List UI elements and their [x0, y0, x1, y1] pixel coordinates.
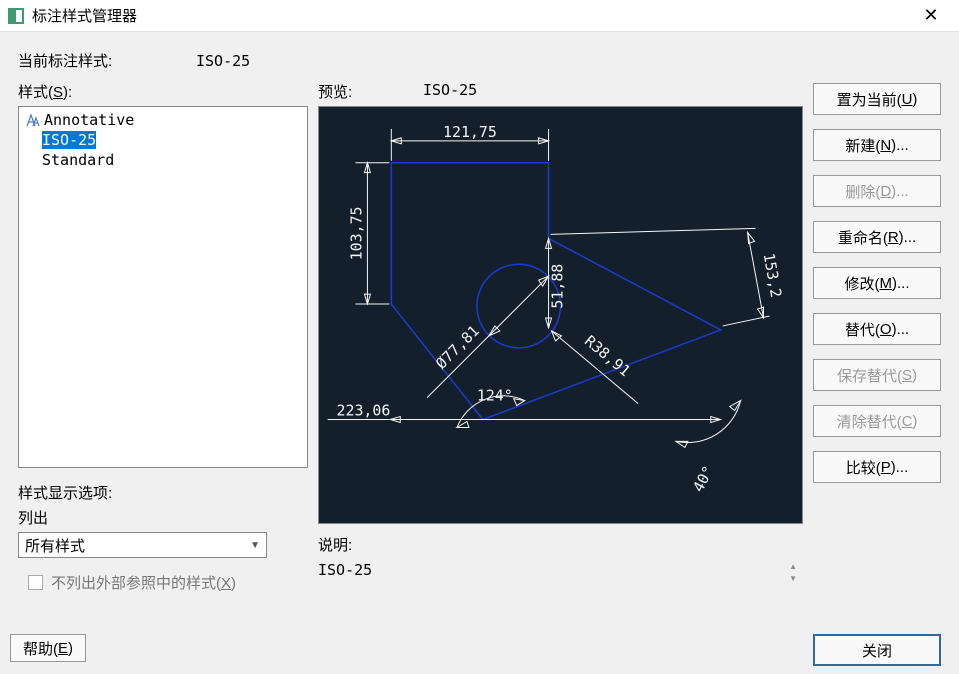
- close-button[interactable]: 关闭: [813, 634, 941, 666]
- checkbox-icon[interactable]: [28, 575, 43, 590]
- compare-button[interactable]: 比较(P)...: [813, 451, 941, 483]
- help-button[interactable]: 帮助(E): [10, 634, 86, 662]
- current-style-row: 当前标注样式: ISO-25: [18, 50, 941, 71]
- description-label: 说明:: [318, 534, 803, 555]
- list-item[interactable]: Standard: [24, 150, 302, 170]
- list-item[interactable]: ISO-25: [24, 130, 302, 150]
- dimension-style-manager-window: 标注样式管理器 ✕ 当前标注样式: ISO-25 样式(S): Annotati…: [0, 0, 959, 674]
- app-icon: [8, 8, 24, 24]
- annotative-icon: [26, 113, 40, 127]
- svg-text:124°: 124°: [477, 387, 513, 405]
- chevron-down-icon: ▼: [250, 540, 260, 551]
- svg-text:103,75: 103,75: [347, 206, 365, 260]
- modify-button[interactable]: 修改(M)...: [813, 267, 941, 299]
- style-filter-select[interactable]: 所有样式 ▼: [18, 532, 267, 558]
- exclude-xref-checkbox-row[interactable]: 不列出外部参照中的样式(X): [18, 572, 308, 593]
- svg-text:40°: 40°: [689, 463, 718, 495]
- list-item-label: Standard: [42, 151, 114, 169]
- svg-text:153,2: 153,2: [760, 252, 786, 299]
- svg-text:121,75: 121,75: [443, 123, 497, 141]
- current-style-label: 当前标注样式:: [18, 50, 196, 71]
- chevron-up-icon[interactable]: ▲: [789, 563, 797, 571]
- svg-text:223,06: 223,06: [337, 402, 391, 420]
- list-item-label: Annotative: [44, 111, 134, 129]
- close-icon[interactable]: ✕: [911, 5, 951, 26]
- preview-canvas: 121,75 103,75 51,88: [318, 106, 803, 524]
- current-style-value: ISO-25: [196, 52, 250, 70]
- svg-text:51,88: 51,88: [548, 264, 566, 309]
- clear-override-button: 清除替代(C): [813, 405, 941, 437]
- new-button[interactable]: 新建(N)...: [813, 129, 941, 161]
- save-override-button: 保存替代(S): [813, 359, 941, 391]
- chevron-down-icon[interactable]: ▼: [789, 575, 797, 583]
- list-item[interactable]: Annotative: [24, 110, 302, 130]
- select-value: 所有样式: [25, 535, 85, 556]
- list-item-label: ISO-25: [42, 131, 96, 149]
- list-label: 列出: [18, 507, 308, 528]
- rename-button[interactable]: 重命名(R)...: [813, 221, 941, 253]
- checkbox-label: 不列出外部参照中的样式(X): [51, 572, 236, 593]
- styles-label: 样式(S):: [18, 81, 308, 102]
- window-title: 标注样式管理器: [32, 5, 911, 26]
- svg-text:Ø77,81: Ø77,81: [432, 322, 483, 373]
- style-display-label: 样式显示选项:: [18, 482, 308, 503]
- preview-label: 预览:: [318, 81, 423, 102]
- styles-listbox[interactable]: Annotative ISO-25 Standard: [18, 106, 308, 468]
- titlebar: 标注样式管理器 ✕: [0, 0, 959, 32]
- override-button[interactable]: 替代(O)...: [813, 313, 941, 345]
- preview-value: ISO-25: [423, 81, 477, 102]
- delete-button: 删除(D)...: [813, 175, 941, 207]
- set-current-button[interactable]: 置为当前(U): [813, 83, 941, 115]
- description-spinner[interactable]: ▲ ▼: [783, 559, 803, 587]
- description-text: ISO-25: [318, 559, 783, 581]
